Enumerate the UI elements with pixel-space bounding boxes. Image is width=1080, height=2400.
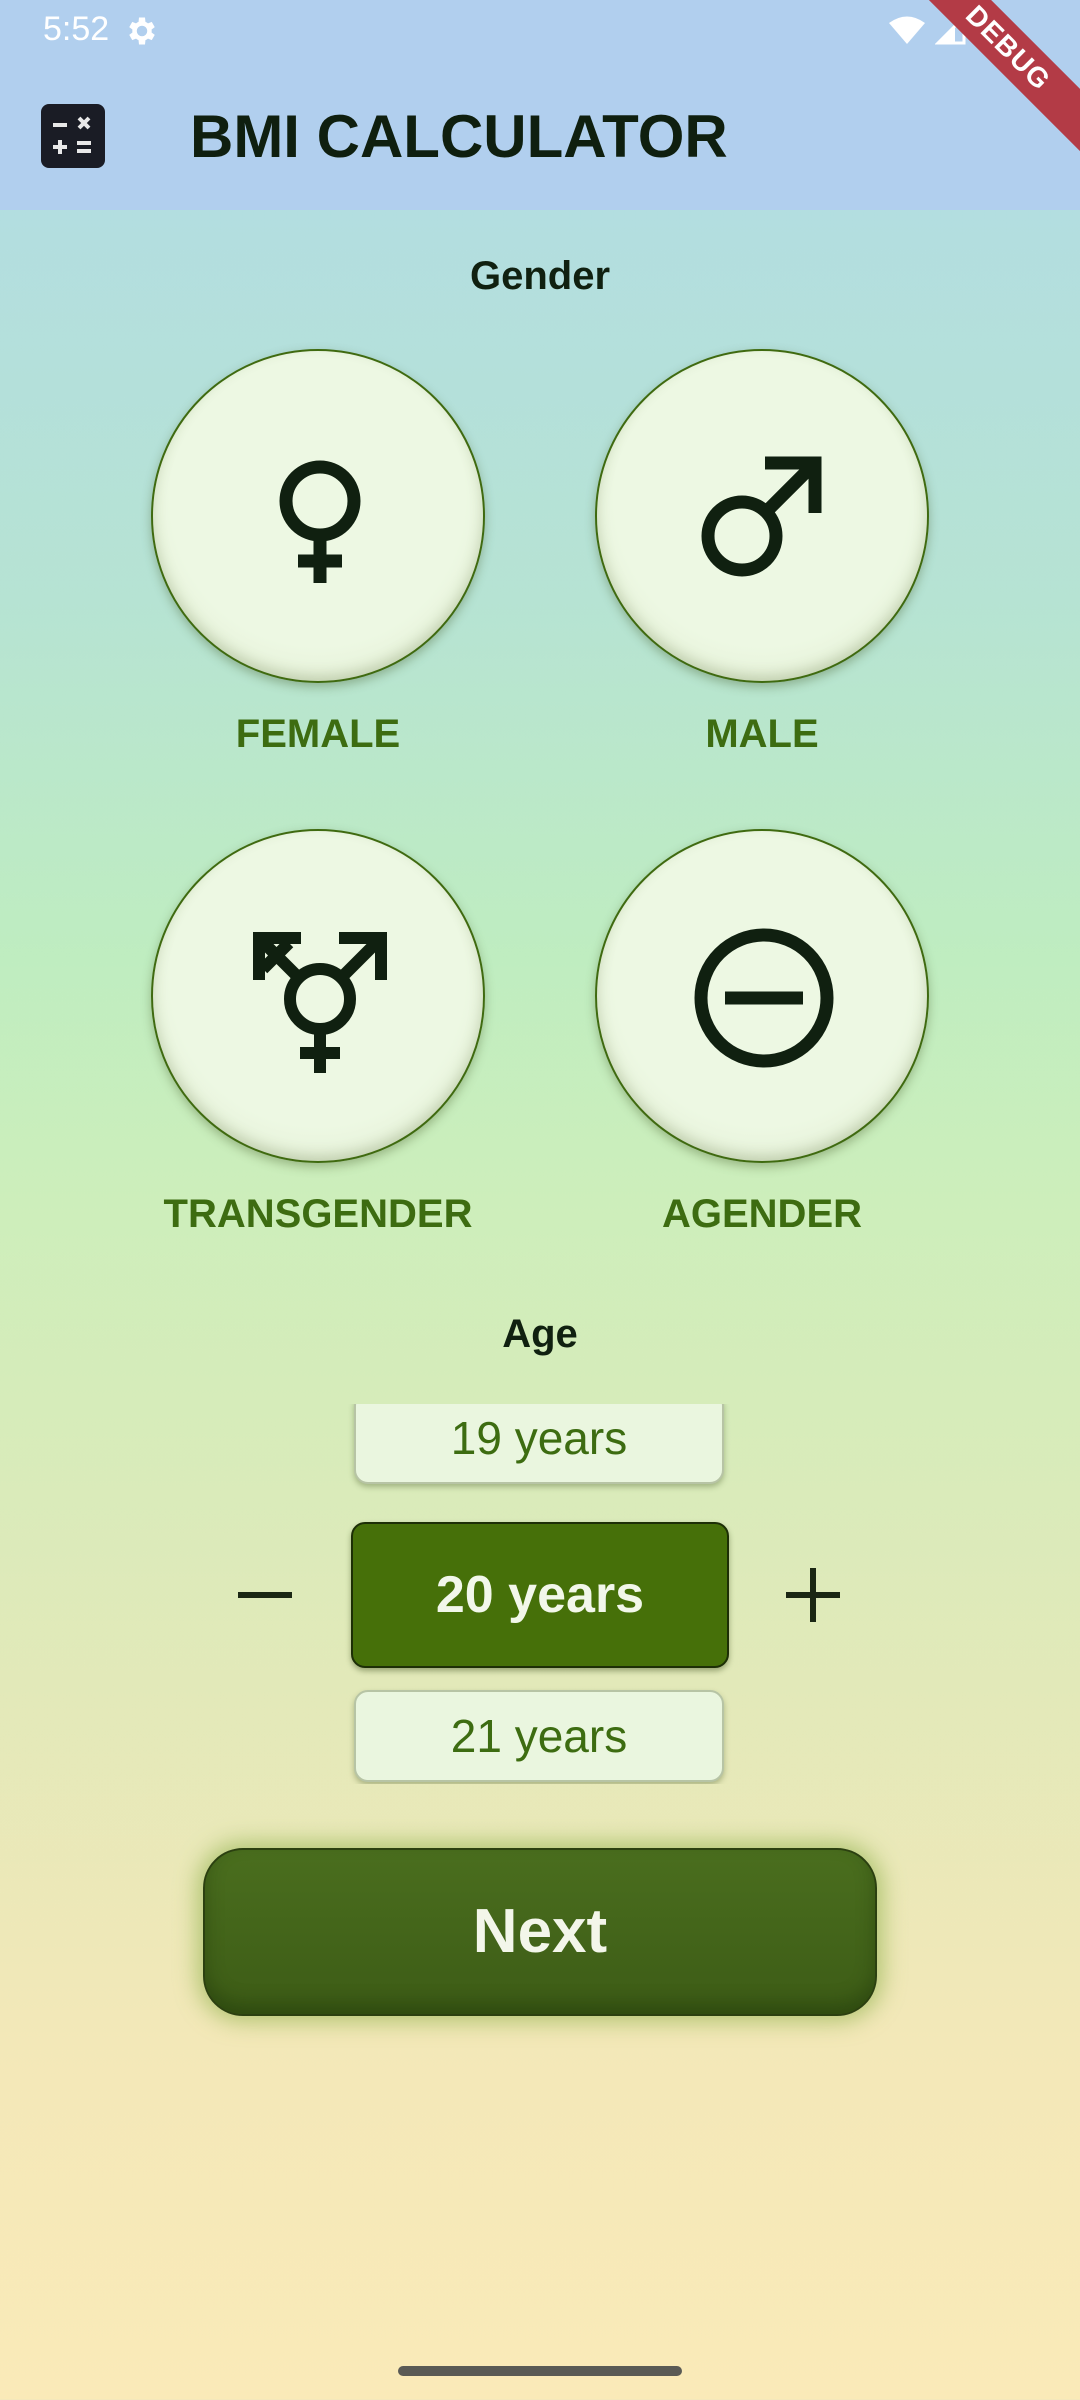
app-bar: BMI CALCULATOR — [0, 62, 1080, 210]
gender-option-agender[interactable] — [595, 829, 929, 1163]
age-section-label: Age — [502, 1312, 578, 1356]
gender-label-transgender: TRANSGENDER — [163, 1192, 473, 1236]
settings-gear-icon — [129, 17, 155, 45]
app-title: BMI CALCULATOR — [190, 103, 728, 170]
male-symbol-icon — [701, 456, 822, 577]
female-symbol-icon — [279, 460, 361, 583]
home-indicator[interactable] — [398, 2366, 682, 2376]
gender-label-agender: AGENDER — [661, 1192, 863, 1236]
age-option-selected[interactable]: 20 years — [351, 1522, 729, 1668]
status-time: 5:52 — [43, 10, 110, 48]
plus-icon[interactable] — [786, 1568, 840, 1622]
age-option-previous[interactable]: 19 years — [354, 1404, 724, 1484]
wifi-icon — [889, 16, 925, 44]
next-button[interactable]: Next — [203, 1848, 877, 2016]
gender-label-female: FEMALE — [235, 712, 401, 756]
status-bar: 5:52 — [0, 0, 1080, 62]
gender-option-transgender[interactable] — [151, 829, 485, 1163]
minus-icon[interactable] — [238, 1592, 292, 1598]
gender-section-label: Gender — [469, 254, 611, 298]
gender-label-male: MALE — [705, 712, 819, 756]
transgender-symbol-icon — [253, 932, 387, 1073]
agender-minus-circle-icon — [694, 928, 834, 1068]
gender-option-female[interactable] — [151, 349, 485, 683]
calculator-icon[interactable] — [41, 104, 105, 168]
gender-option-male[interactable] — [595, 349, 929, 683]
age-option-next[interactable]: 21 years — [354, 1690, 724, 1782]
